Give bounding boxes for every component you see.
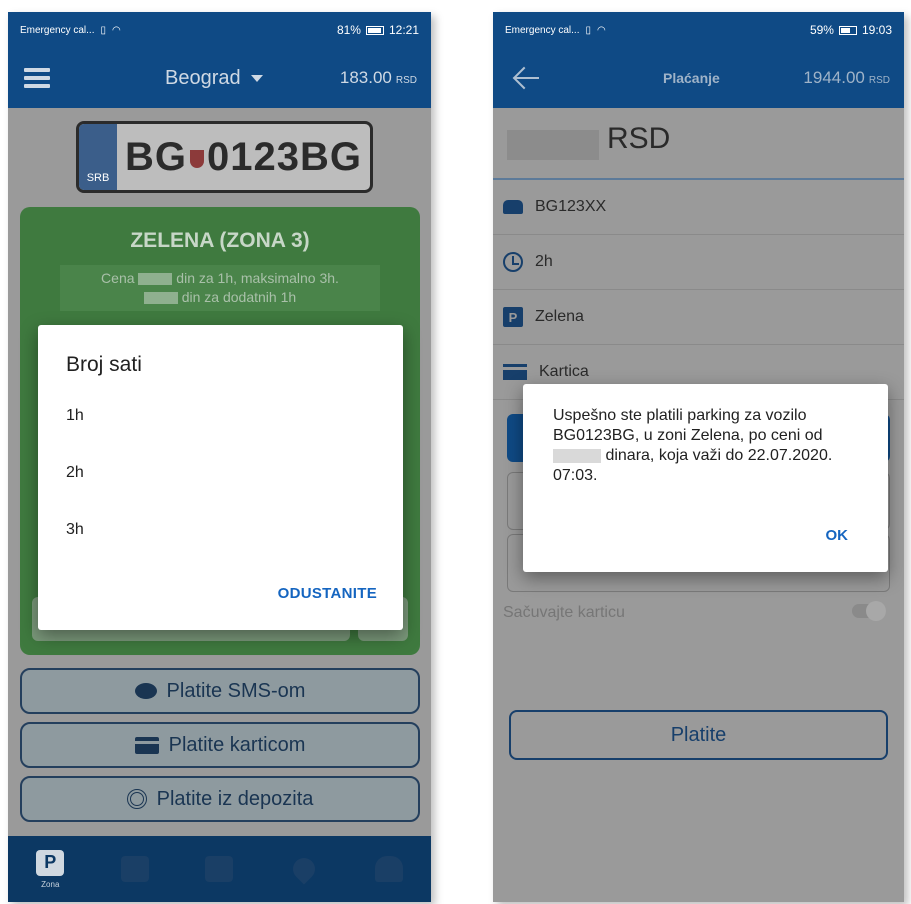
sms-icon: [134, 683, 157, 699]
left-phone-screen: Emergency cal... ▯ ◠ 81% 12:21 Beograd 1…: [8, 12, 431, 902]
battery-icon: [365, 25, 384, 35]
plate-prefix: BG: [125, 134, 187, 179]
redacted-price: [138, 273, 173, 286]
vehicle-row: BG123XX: [493, 180, 904, 235]
hours-option-1h[interactable]: 1h: [66, 407, 84, 425]
zone-title: ZELENA (ZONA 3): [130, 229, 310, 252]
balance-currency: RSD: [395, 75, 417, 86]
battery-percent: 81%: [336, 23, 361, 37]
credit-card-icon: [503, 364, 527, 380]
amount-row: RSD: [493, 108, 904, 180]
battery-percent: 59%: [809, 23, 834, 37]
license-plate[interactable]: SRB BG 0123BG: [76, 121, 373, 193]
status-bar: Emergency cal... ▯ ◠ 81% 12:21: [8, 12, 431, 48]
parking-icon: P: [503, 307, 523, 327]
clock-icon: [503, 252, 523, 272]
dialog-title: Broj sati: [66, 353, 142, 376]
duration-row: 2h: [493, 235, 904, 290]
clock: 19:03: [861, 23, 892, 37]
payment-method-value: Kartica: [539, 363, 589, 380]
dialog-message: Uspešno ste platili parking za vozilo BG…: [553, 407, 833, 484]
credit-card-icon: [134, 736, 159, 754]
nav-item-map[interactable]: [274, 853, 334, 885]
app-bar: Plaćanje 1944.00 RSD: [493, 48, 904, 108]
nav-item-zona[interactable]: P Zona: [20, 849, 80, 889]
clock: 12:21: [388, 23, 419, 37]
city-label: Beograd: [165, 66, 241, 89]
wallet-icon: [205, 856, 234, 882]
ok-button[interactable]: OK: [826, 527, 849, 544]
city-select[interactable]: Beograd: [165, 48, 263, 108]
nav-item-wallet[interactable]: [189, 856, 249, 882]
wifi-icon: ◠: [112, 24, 121, 36]
map-pin-icon: [288, 853, 320, 885]
nav-item-garage[interactable]: [105, 856, 165, 882]
balance-amount: 183.00: [339, 68, 392, 87]
menu-icon[interactable]: [24, 68, 50, 88]
wifi-icon: ◠: [597, 24, 606, 36]
pay-card-button[interactable]: Platite karticom: [20, 722, 420, 768]
user-icon: [374, 856, 403, 882]
back-arrow-icon[interactable]: [513, 66, 539, 90]
amount-currency: RSD: [607, 122, 671, 155]
page-title: Plaćanje: [663, 70, 720, 86]
crest-icon: [190, 149, 204, 168]
balance-display: 1944.00 RSD: [803, 48, 890, 108]
zone-value: Zelena: [535, 308, 584, 325]
hours-option-2h[interactable]: 2h: [66, 464, 84, 482]
parking-icon: P: [36, 849, 65, 876]
duration-value: 2h: [535, 253, 553, 270]
plate-suffix: 0123BG: [207, 134, 362, 179]
payment-success-dialog: Uspešno ste platili parking za vozilo BG…: [523, 384, 888, 572]
bottom-nav: P Zona: [8, 836, 431, 902]
garage-icon: [120, 856, 149, 882]
balance-amount: 1944.00: [803, 68, 865, 87]
save-card-toggle[interactable]: [852, 601, 886, 621]
pay-sms-button[interactable]: Platite SMS-om: [20, 668, 420, 714]
zone-row: P Zelena: [493, 290, 904, 345]
zone-description: Cena din za 1h, maksimalno 3h. din za do…: [60, 265, 380, 311]
redacted-amount: [507, 130, 599, 160]
car-icon: [503, 200, 523, 214]
plate-country: SRB: [79, 124, 117, 190]
balance-display: 183.00 RSD: [340, 48, 417, 108]
carrier-label: Emergency cal...: [20, 24, 95, 36]
carrier-label: Emergency cal...: [505, 24, 580, 36]
status-bar: Emergency cal... ▯ ◠ 59% 19:03: [493, 12, 904, 48]
sim-icon: ▯: [585, 24, 591, 36]
pay-button[interactable]: Platite: [509, 710, 888, 760]
app-bar: Beograd 183.00 RSD: [8, 48, 431, 108]
battery-icon: [838, 25, 857, 35]
nav-item-profile[interactable]: [359, 856, 419, 882]
vehicle-plate: BG123XX: [535, 198, 607, 215]
right-phone-screen: Emergency cal... ▯ ◠ 59% 19:03 Plaćanje …: [493, 12, 904, 902]
sim-icon: ▯: [100, 24, 106, 36]
cancel-button[interactable]: ODUSTANITE: [278, 585, 377, 602]
save-card-label: Sačuvajte karticu: [503, 604, 625, 621]
chevron-down-icon: [250, 74, 263, 82]
hours-dialog: Broj sati 1h 2h 3h ODUSTANITE: [38, 325, 403, 630]
coins-icon: [126, 789, 147, 809]
redacted-price: [553, 448, 601, 463]
hours-option-3h[interactable]: 3h: [66, 521, 84, 539]
redacted-price: [143, 292, 178, 305]
balance-currency: RSD: [868, 75, 890, 86]
pay-deposit-button[interactable]: Platite iz depozita: [20, 776, 420, 822]
